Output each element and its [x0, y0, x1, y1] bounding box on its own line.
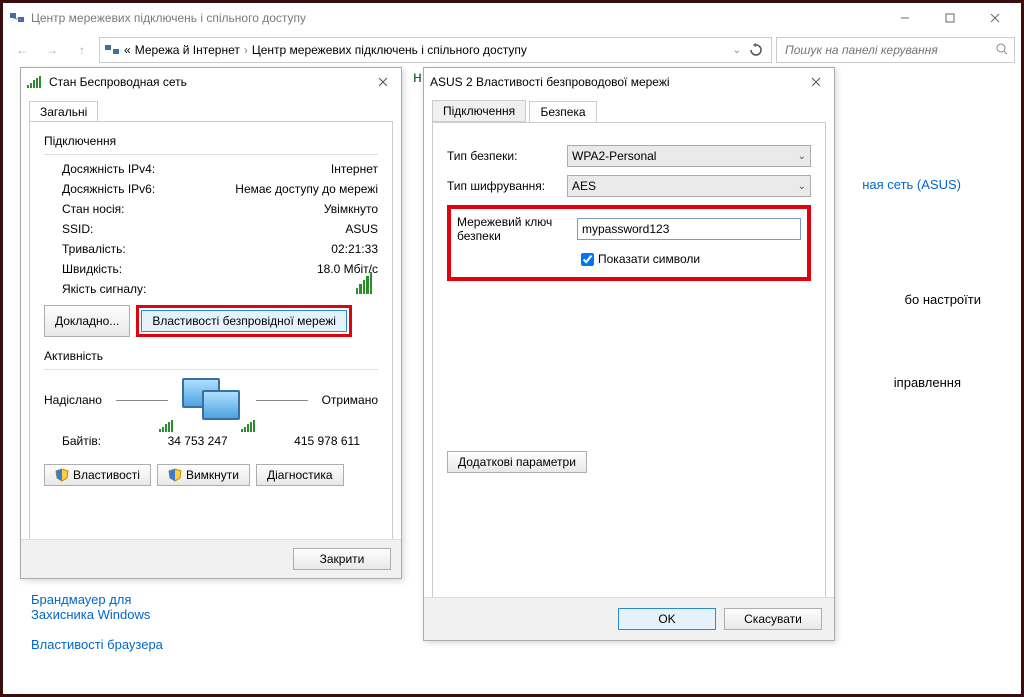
props-tab-body: Тип безпеки: WPA2-Personal ⌄ Тип шифрува… [432, 122, 826, 610]
security-key-label: Мережевий ключ безпеки [457, 215, 577, 244]
properties-button[interactable]: Властивості [44, 464, 151, 486]
bg-link-browser-props[interactable]: Властивості браузера [31, 637, 163, 652]
diagnose-button[interactable]: Діагностика [256, 464, 344, 486]
network-center-icon [9, 10, 25, 26]
breadcrumb-part2[interactable]: Центр мережевих підключень і спільного д… [252, 43, 527, 57]
nav-up[interactable]: ↑ [69, 37, 95, 63]
row-signal: Якість сигналу: [44, 279, 378, 299]
chevron-down-icon: ⌄ [798, 181, 806, 192]
breadcrumb-part1[interactable]: Мережа й Інтернет [135, 43, 240, 57]
cancel-button[interactable]: Скасувати [724, 608, 822, 630]
security-key-input[interactable] [577, 218, 801, 240]
row-media: Стан носія:Увімкнуто [44, 199, 378, 219]
row-show-chars: Показати символи [577, 250, 801, 269]
wireless-properties-button[interactable]: Властивості безпровідної мережі [141, 310, 347, 332]
bg-link-firewall[interactable]: Брандмауер для Захисника Windows [31, 592, 191, 622]
maximize-button[interactable] [927, 4, 972, 32]
status-tab-body: Підключення Досяжність IPv4:Інтернет Дос… [29, 121, 393, 543]
row-ipv6: Досяжність IPv6:Немає доступу до мережі [44, 179, 378, 199]
bytes-sent: 34 753 247 [168, 434, 228, 448]
ok-button[interactable]: OK [618, 608, 716, 630]
highlight-security-key: Мережевий ключ безпеки Показати символи [447, 205, 811, 281]
status-dialog-titlebar[interactable]: Стан Беспроводная сеть [21, 68, 401, 96]
breadcrumb-dropdown-icon[interactable]: ⌄ [733, 45, 741, 56]
breadcrumb[interactable]: « Мережа й Інтернет › Центр мережевих пі… [99, 37, 772, 63]
group-activity: Активність [44, 349, 378, 363]
props-dialog-footer: OK Скасувати [424, 597, 834, 640]
activity-graphic: Надіслано Отримано [44, 378, 378, 422]
nav-forward[interactable]: → [39, 37, 65, 63]
row-security-type: Тип безпеки: WPA2-Personal ⌄ [447, 145, 811, 167]
recv-signal-icon [241, 420, 257, 432]
security-type-combo[interactable]: WPA2-Personal ⌄ [567, 145, 811, 167]
breadcrumb-prefix: « [124, 43, 131, 57]
row-speed: Швидкість:18.0 Мбіт/с [44, 259, 378, 279]
status-dialog: Стан Беспроводная сеть Загальні Підключе… [20, 67, 402, 579]
status-dialog-title: Стан Беспроводная сеть [49, 75, 187, 89]
sent-label: Надіслано [44, 393, 102, 407]
signal-strength-icon [356, 282, 372, 294]
props-tabs: Підключення Безпека [424, 96, 834, 122]
sent-signal-icon [159, 420, 175, 432]
show-characters-checkbox[interactable] [581, 253, 594, 266]
main-titlebar: Центр мережевих підключень і спільного д… [3, 3, 1021, 33]
recv-label: Отримано [322, 393, 378, 407]
advanced-settings-button[interactable]: Додаткові параметри [447, 451, 587, 473]
breadcrumb-icon [104, 42, 120, 58]
chevron-down-icon: ⌄ [798, 151, 806, 162]
status-dialog-close-icon[interactable] [371, 72, 395, 92]
row-duration: Тривалість:02:21:33 [44, 239, 378, 259]
disable-button[interactable]: Вимкнути [157, 464, 250, 486]
body-area: ння ная сеть (ASUS) бо настроїти іправле… [3, 67, 1021, 694]
props-dialog-titlebar[interactable]: ASUS 2 Властивості безпроводової мережі [424, 68, 834, 96]
bytes-label: Байтів: [62, 434, 101, 448]
shield-icon [168, 468, 182, 482]
status-tabs: Загальні [21, 96, 401, 121]
signal-icon [27, 76, 43, 88]
row-ssid: SSID:ASUS [44, 219, 378, 239]
minimize-button[interactable] [882, 4, 927, 32]
props-dialog: ASUS 2 Властивості безпроводової мережі … [423, 67, 835, 641]
tab-connection[interactable]: Підключення [432, 100, 526, 122]
refresh-icon[interactable] [745, 43, 767, 57]
search-box[interactable] [776, 37, 1015, 63]
props-dialog-close-icon[interactable] [804, 72, 828, 92]
row-security-key: Мережевий ключ безпеки [457, 215, 801, 244]
bg-text-settings: бо настроїти [905, 292, 981, 307]
nav-bar: ← → ↑ « Мережа й Інтернет › Центр мереже… [3, 33, 1021, 67]
show-characters-label: Показати символи [598, 252, 700, 266]
bytes-row: Байтів: 34 753 247 415 978 611 [44, 432, 378, 450]
monitors-icon [182, 378, 242, 422]
search-input[interactable] [783, 42, 996, 58]
tab-general[interactable]: Загальні [29, 101, 98, 122]
close-button[interactable]: Закрити [293, 548, 391, 570]
bg-text-fix: іправлення [894, 375, 961, 390]
encryption-type-combo[interactable]: AES ⌄ [567, 175, 811, 197]
row-encryption-type: Тип шифрування: AES ⌄ [447, 175, 811, 197]
status-dialog-footer: Закрити [21, 539, 401, 578]
main-title: Центр мережевих підключень і спільного д… [31, 11, 306, 25]
group-connection: Підключення [44, 134, 378, 148]
close-button[interactable] [972, 4, 1017, 32]
bytes-recv: 415 978 611 [294, 434, 360, 448]
shield-icon [55, 468, 69, 482]
row-ipv4: Досяжність IPv4:Інтернет [44, 159, 378, 179]
props-dialog-title: ASUS 2 Властивості безпроводової мережі [430, 75, 670, 89]
search-icon[interactable] [996, 43, 1008, 58]
security-type-label: Тип безпеки: [447, 149, 567, 163]
tab-security[interactable]: Безпека [529, 101, 596, 122]
highlight-wireless-props: Властивості безпровідної мережі [136, 305, 352, 337]
breadcrumb-sep: › [244, 43, 248, 57]
bg-link-active-network[interactable]: ная сеть (ASUS) [862, 177, 961, 192]
encryption-type-label: Тип шифрування: [447, 179, 567, 193]
nav-back[interactable]: ← [9, 37, 35, 63]
outer-frame: Центр мережевих підключень і спільного д… [0, 0, 1024, 697]
details-button[interactable]: Докладно... [44, 305, 130, 337]
